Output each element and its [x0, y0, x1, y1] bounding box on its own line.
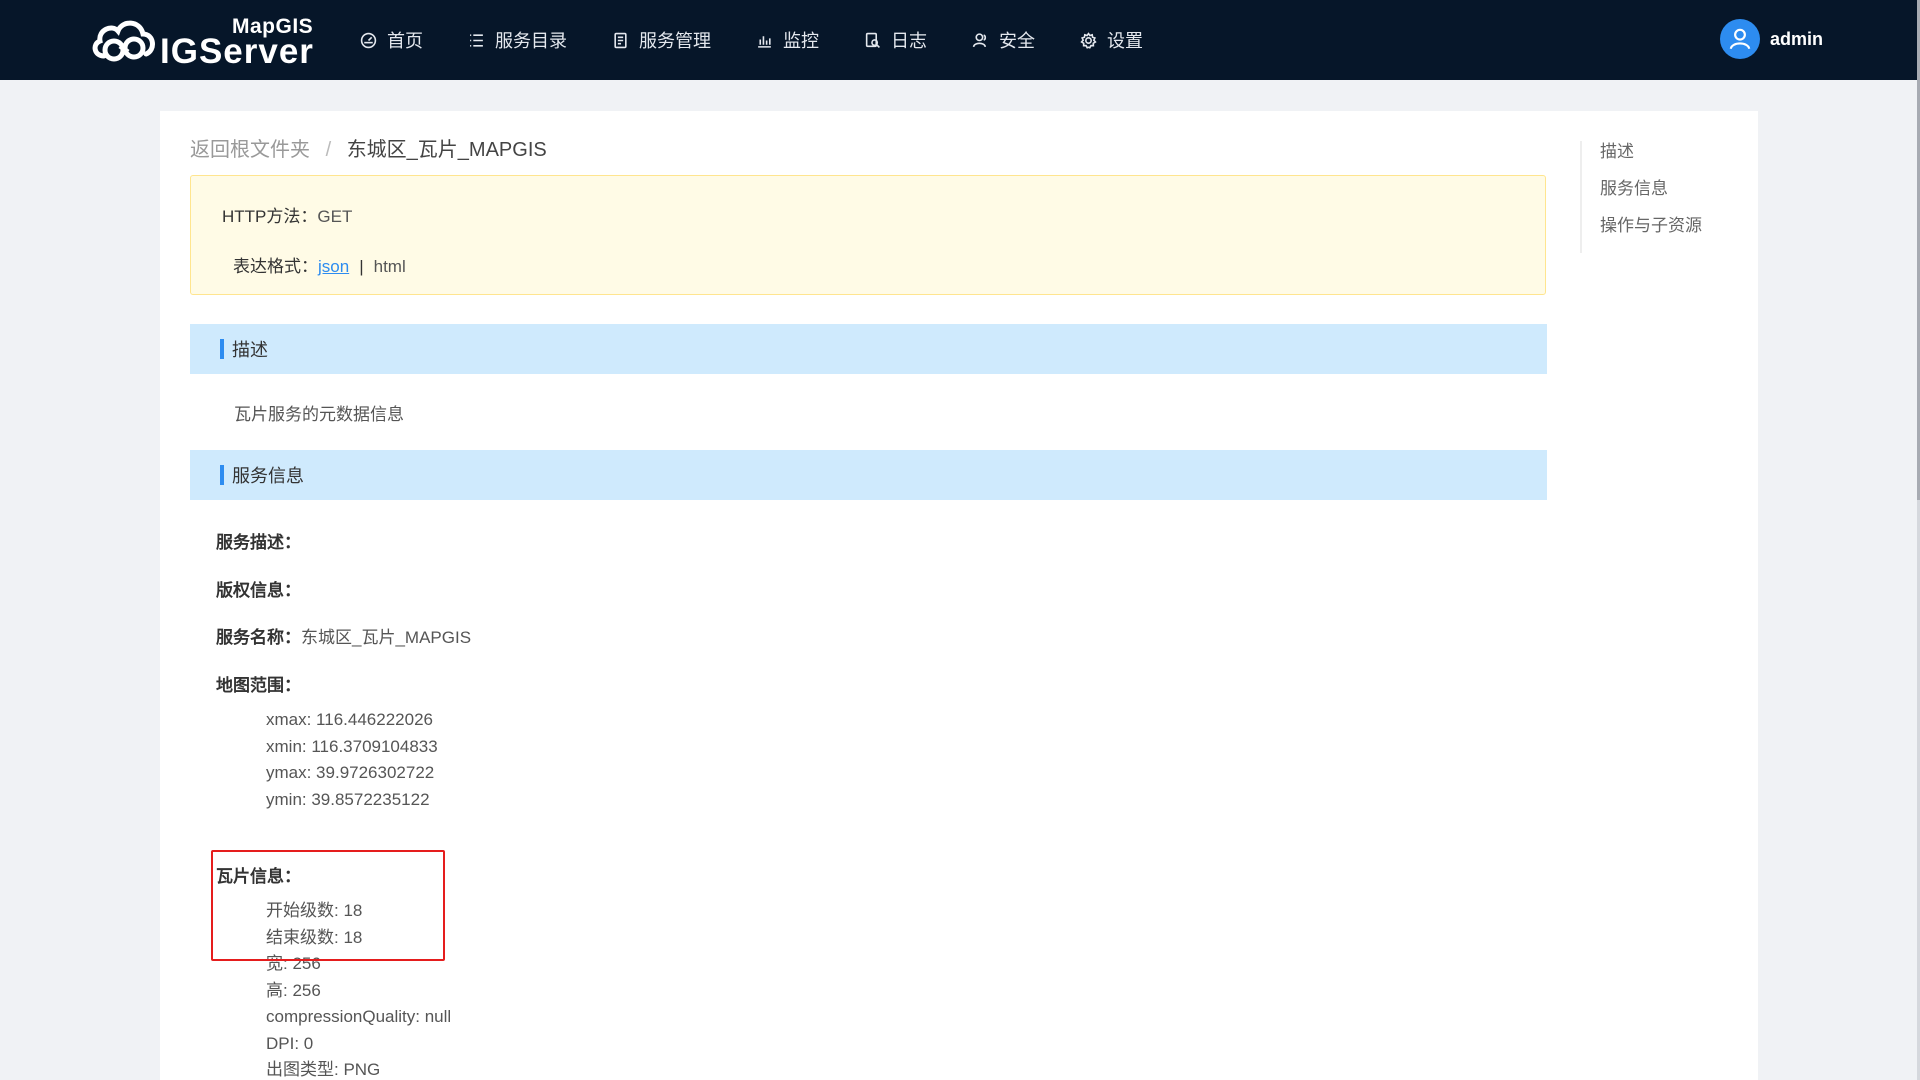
extent-ymax: ymax: 39.9726302722 [266, 763, 435, 782]
section-title: 服务信息 [232, 466, 304, 486]
extent-xmin: xmin: 116.3709104833 [266, 736, 438, 756]
avatar[interactable] [1720, 19, 1760, 59]
document-icon [614, 32, 627, 48]
user-menu[interactable]: admin [1720, 19, 1823, 59]
tile-output-type: 出图类型: PNG [266, 1060, 381, 1079]
anchor-describe[interactable]: 描述 [1600, 141, 1702, 178]
nav-service-catalog[interactable]: 服务目录 [468, 0, 567, 80]
nav-label: 首页 [387, 31, 423, 51]
extent-ymin: ymin: 39.8572235122 [266, 789, 430, 809]
breadcrumb-current: 东城区_瓦片_MAPGIS [346, 139, 547, 161]
http-method-value: GET [317, 207, 353, 226]
log-search-icon [865, 32, 880, 48]
nav-label: 服务目录 [495, 31, 567, 51]
map-extent-values: xmax: 116.446222026 xmin: 116.3709104833… [266, 707, 438, 813]
dashboard-icon [360, 32, 377, 48]
section-marker [220, 465, 224, 485]
section-service-info-header: 服务信息 [190, 450, 1547, 500]
main-nav: 首页 服务目录 服务管理 监控 日志 安全 设置 [360, 0, 1188, 80]
content-card: 返回根文件夹 / 东城区_瓦片_MAPGIS HTTP方法：GET 表达格式：j… [160, 111, 1758, 1080]
description-text: 瓦片服务的元数据信息 [234, 405, 404, 424]
breadcrumb-separator: / [325, 139, 332, 161]
nav-label: 安全 [999, 31, 1035, 51]
breadcrumb-root-link[interactable]: 返回根文件夹 [190, 139, 310, 161]
logo[interactable]: MapGIS IGServer [90, 12, 320, 71]
format-separator: | [359, 257, 364, 276]
extent-xmax: xmax: 116.446222026 [266, 710, 433, 729]
nav-label: 日志 [891, 31, 927, 51]
format-label: 表达格式： [233, 257, 318, 276]
format-line: 表达格式：json | html [233, 252, 406, 277]
request-info-box: HTTP方法：GET 表达格式：json | html [190, 175, 1546, 295]
nav-label: 服务管理 [639, 31, 711, 51]
users-icon [972, 32, 987, 47]
field-label: 版权信息： [216, 581, 301, 600]
field-label: 地图范围： [216, 676, 301, 695]
section-marker [220, 339, 224, 359]
tile-compression-quality: compressionQuality: null [266, 1007, 452, 1026]
bar-chart-icon [758, 35, 771, 48]
copyright-field: 版权信息： [216, 576, 301, 601]
gear-icon [1080, 31, 1097, 49]
tile-height: 高: 256 [266, 980, 321, 1000]
nav-service-management[interactable]: 服务管理 [612, 0, 711, 80]
tile-dpi: DPI: 0 [266, 1033, 314, 1053]
username: admin [1770, 28, 1824, 49]
anchor-service-info[interactable]: 服务信息 [1600, 178, 1702, 215]
nav-settings[interactable]: 设置 [1080, 0, 1143, 80]
list-icon [470, 33, 483, 47]
service-name-field: 服务名称：东城区_瓦片_MAPGIS [216, 623, 471, 648]
field-label: 服务名称： [216, 628, 301, 647]
nav-label: 监控 [783, 31, 819, 51]
cloud-logo-icon [92, 20, 155, 62]
highlight-box [211, 850, 445, 961]
nav-monitor[interactable]: 监控 [756, 0, 819, 80]
service-description-field: 服务描述： [216, 528, 301, 553]
field-value: 东城区_瓦片_MAPGIS [301, 628, 472, 647]
breadcrumb: 返回根文件夹 / 东城区_瓦片_MAPGIS [190, 133, 547, 162]
http-method-line: HTTP方法：GET [222, 202, 352, 227]
section-describe-header: 描述 [190, 324, 1547, 374]
http-method-label: HTTP方法： [222, 207, 318, 226]
top-navigation-bar: MapGIS IGServer 首页 服务目录 服务管理 监控 日志 安全 设置… [0, 0, 1917, 80]
nav-security[interactable]: 安全 [972, 0, 1035, 80]
format-html: html [373, 257, 406, 276]
user-icon [1729, 28, 1751, 50]
nav-log[interactable]: 日志 [864, 0, 927, 80]
anchor-operations-resources[interactable]: 操作与子资源 [1600, 215, 1702, 252]
nav-home[interactable]: 首页 [360, 0, 423, 80]
format-json-link[interactable]: json [318, 257, 349, 276]
nav-label: 设置 [1107, 31, 1143, 51]
field-label: 服务描述： [216, 533, 301, 552]
section-title: 描述 [232, 340, 268, 360]
map-extent-field: 地图范围： [216, 671, 301, 696]
brand-igserver: IGServer [160, 32, 314, 71]
anchor-nav: 描述 服务信息 操作与子资源 [1580, 141, 1702, 253]
